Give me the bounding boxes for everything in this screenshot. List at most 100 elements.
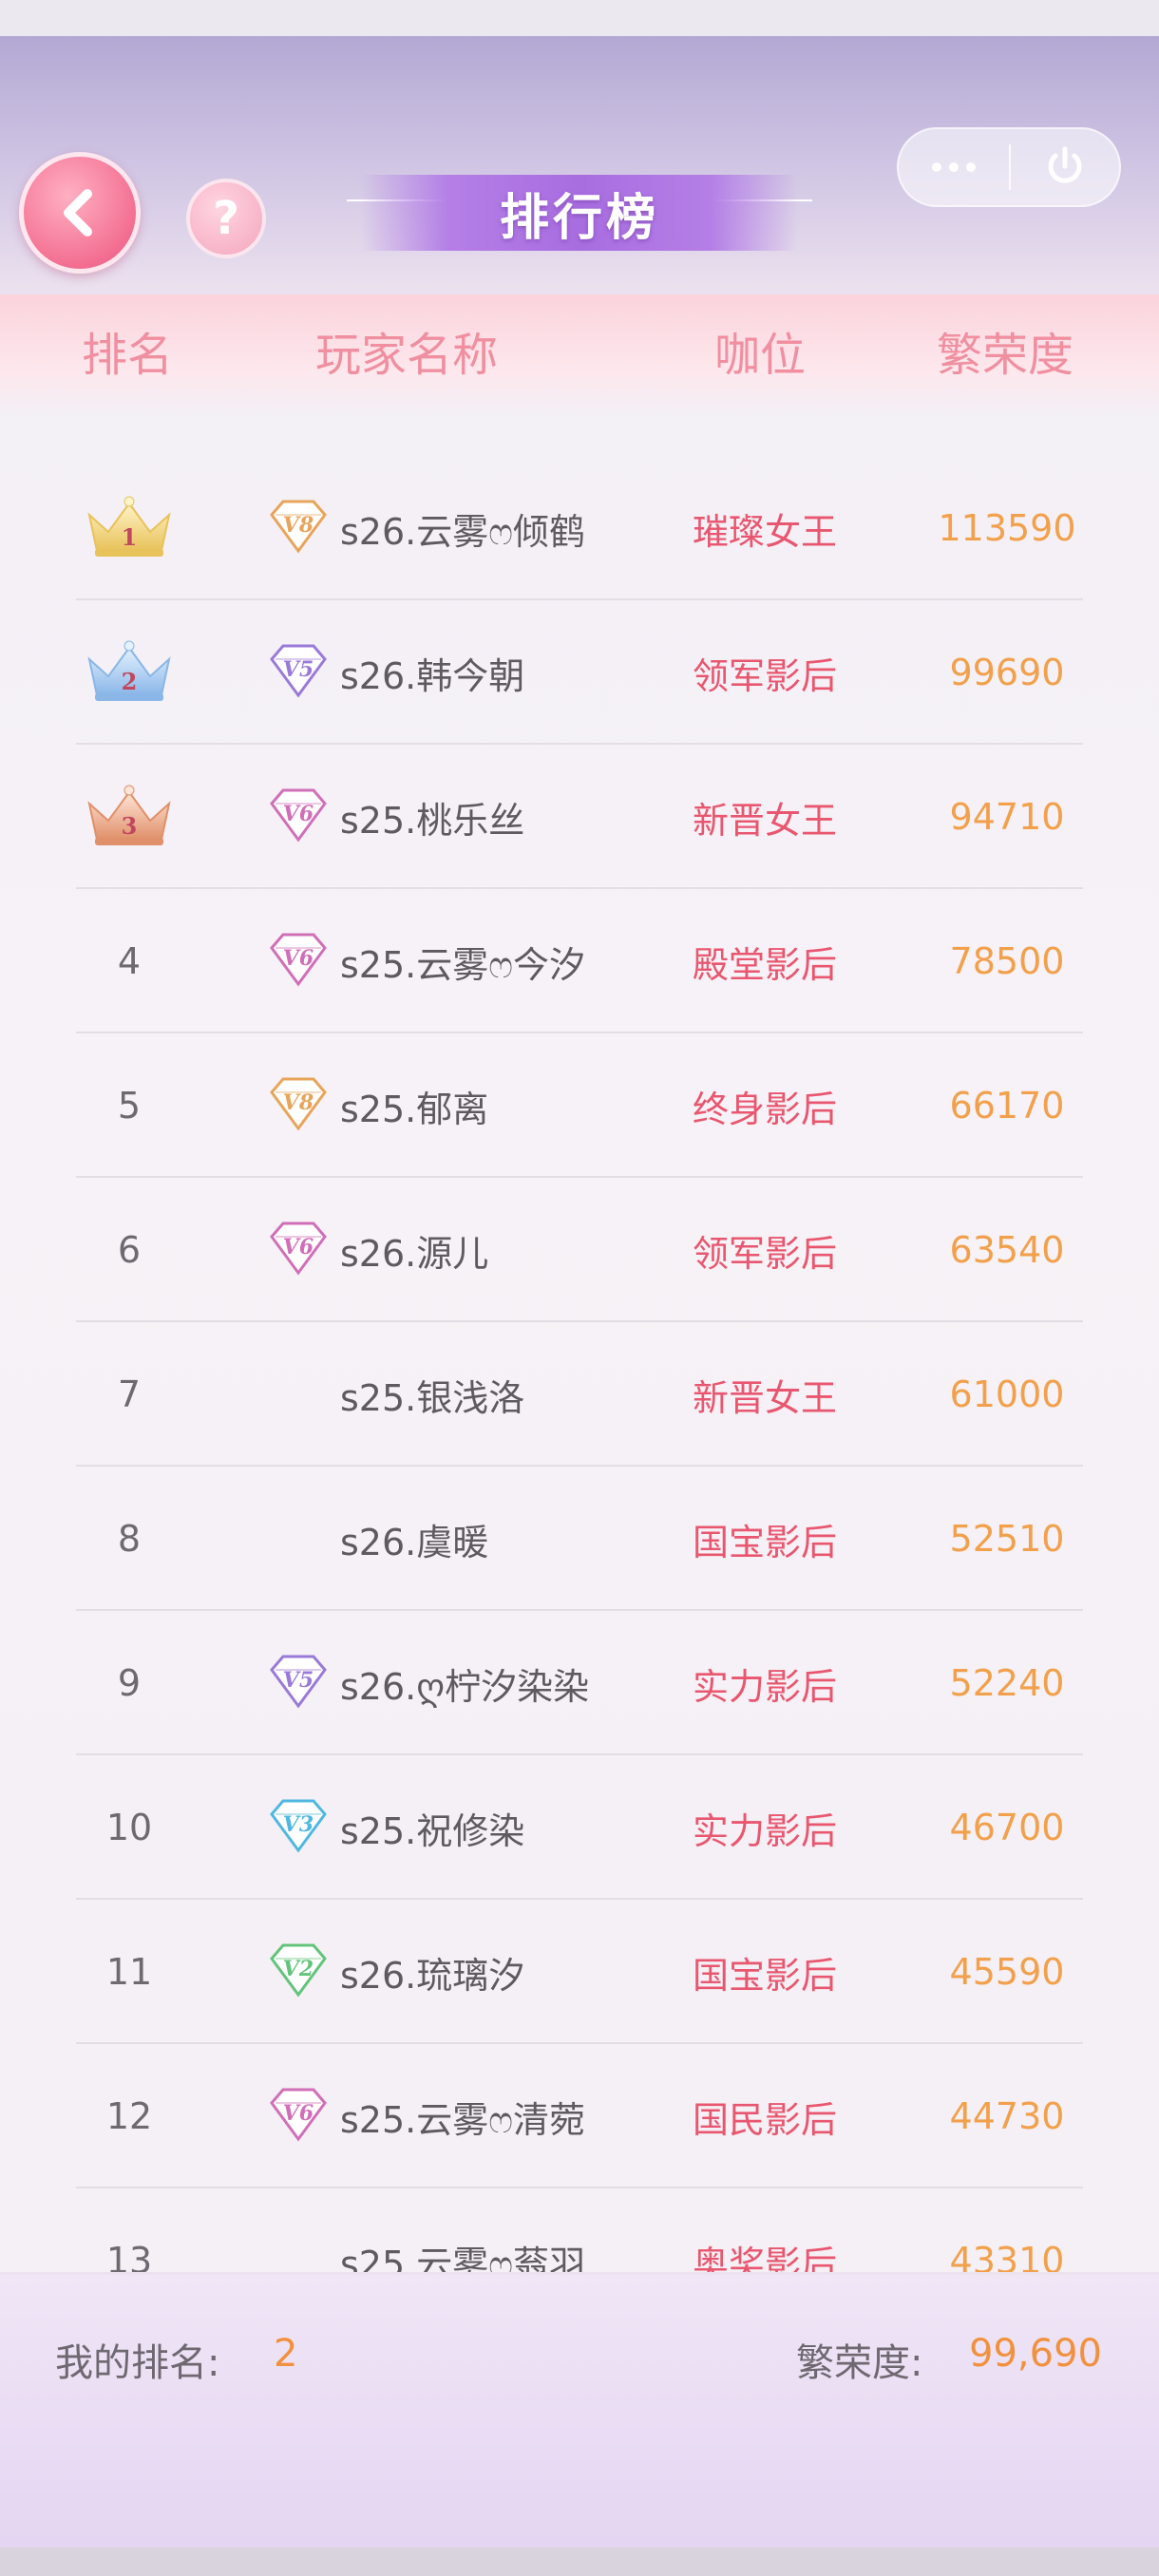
- help-button[interactable]: ?: [186, 179, 266, 258]
- svg-text:V6: V6: [283, 802, 314, 826]
- player-name: s26.韩今朝: [340, 654, 525, 697]
- player-prosperity: 52510: [949, 1518, 1065, 1560]
- crown-icon: 3: [87, 785, 171, 845]
- my-prosperity-value: 99,690: [969, 2332, 1102, 2376]
- table-row[interactable]: 12 V6 s25.云雾ෆ清菀 国民影后 44730: [0, 2044, 1159, 2188]
- table-row[interactable]: 13 s25.云雾ෆ蓊羽 奥奖影后 43310: [0, 2188, 1159, 2272]
- player-prosperity: 113590: [938, 507, 1076, 549]
- column-rank: 排名: [82, 329, 174, 382]
- player-name: s25.祝修染: [340, 1809, 525, 1852]
- column-title: 咖位: [714, 329, 807, 382]
- player-prosperity: 94710: [949, 796, 1065, 838]
- rank-number: 4: [117, 940, 142, 982]
- table-row[interactable]: 10 V3 s25.祝修染 实力影后 46700: [0, 1755, 1159, 1900]
- player-prosperity: 46700: [949, 1807, 1065, 1848]
- table-row[interactable]: 7 s25.银浅洛 新晋女王 61000: [0, 1322, 1159, 1467]
- more-button[interactable]: [899, 162, 1009, 172]
- column-header: 排名 玩家名称 咖位 繁荣度: [0, 294, 1159, 418]
- player-name: s26.源儿: [340, 1232, 489, 1275]
- rank-number: 3: [122, 812, 138, 840]
- player-title: 实力影后: [692, 1665, 837, 1708]
- svg-text:V8: V8: [283, 1090, 314, 1115]
- table-row[interactable]: 9 V5 s26.ღ柠汐染染 实力影后 52240: [0, 1611, 1159, 1755]
- rank-number: 9: [117, 1662, 142, 1704]
- player-title: 终身影后: [692, 1088, 837, 1130]
- rank-number: 2: [122, 668, 138, 695]
- my-rank-bar: 我的排名: 2 繁荣度: 99,690: [0, 2272, 1159, 2550]
- player-name: s25.云雾ෆ清菀: [340, 2098, 585, 2141]
- svg-text:V5: V5: [283, 1668, 314, 1693]
- more-dot: [949, 162, 959, 172]
- player-name: s26.虞暖: [340, 1521, 489, 1563]
- player-title: 实力影后: [692, 1809, 837, 1852]
- back-button[interactable]: [19, 152, 141, 274]
- rank-crown: 3: [82, 745, 177, 889]
- svg-text:V6: V6: [283, 946, 314, 971]
- table-row[interactable]: 8 s26.虞暖 国宝影后 52510: [0, 1467, 1159, 1611]
- player-prosperity: 43310: [949, 2240, 1065, 2272]
- rank-number: 8: [117, 1518, 142, 1560]
- player-prosperity: 63540: [949, 1229, 1065, 1271]
- player-name: s26.云雾ෆ倾鹤: [340, 510, 585, 553]
- table-row[interactable]: 2 V5 s26.韩今朝 领军影后 99690: [0, 600, 1159, 745]
- rank-number: 5: [117, 1085, 142, 1127]
- rank-crown: 2: [82, 600, 177, 745]
- vip-badge-icon: V5: [270, 1655, 327, 1709]
- player-name: s25.郁离: [340, 1088, 489, 1130]
- player-name: s25.云雾ෆ蓊羽: [340, 2243, 585, 2273]
- vip-badge-icon: V5: [270, 644, 327, 698]
- back-arrow-icon: [64, 189, 92, 237]
- table-row[interactable]: 11 V2 s26.琉璃汐 国宝影后 45590: [0, 1900, 1159, 2044]
- player-prosperity: 78500: [949, 940, 1065, 982]
- mini-program-capsule: [897, 127, 1121, 207]
- player-title: 领军影后: [692, 654, 837, 697]
- table-row[interactable]: 6 V6 s26.源儿 领军影后 63540: [0, 1178, 1159, 1322]
- vip-badge-icon: V6: [270, 788, 327, 843]
- player-title: 国民影后: [692, 2098, 837, 2141]
- player-name: s25.银浅洛: [340, 1376, 525, 1419]
- player-prosperity: 52240: [949, 1662, 1065, 1704]
- my-rank-label: 我的排名:: [55, 2341, 220, 2385]
- table-row[interactable]: 3 V6 s25.桃乐丝 新晋女王 94710: [0, 745, 1159, 889]
- page-title: 排行榜: [499, 188, 659, 247]
- my-rank-value: 2: [274, 2332, 298, 2376]
- player-prosperity: 99690: [949, 652, 1065, 693]
- power-icon: [1048, 146, 1082, 183]
- vip-badge-icon: V2: [270, 1943, 327, 1998]
- player-name: s26.ღ柠汐染染: [340, 1665, 590, 1708]
- svg-text:V2: V2: [283, 1957, 314, 1981]
- crown-icon: 2: [87, 640, 171, 701]
- column-player-name: 玩家名称: [315, 329, 499, 382]
- table-row[interactable]: 4 V6 s25.云雾ෆ今汐 殿堂影后 78500: [0, 889, 1159, 1033]
- player-prosperity: 61000: [949, 1373, 1065, 1415]
- rank-crown: 1: [82, 456, 177, 600]
- rank-number: 1: [122, 523, 138, 551]
- my-prosperity-label: 繁荣度:: [796, 2341, 923, 2385]
- player-prosperity: 44730: [949, 2095, 1065, 2137]
- table-row[interactable]: 5 V8 s25.郁离 终身影后 66170: [0, 1033, 1159, 1178]
- home-indicator-strip: [0, 2548, 1159, 2576]
- player-title: 国宝影后: [692, 1954, 837, 1997]
- leaderboard-list[interactable]: 1 V8 s26.云雾ෆ倾鹤 璀璨女王 113590 2 V5 s26.韩今朝 领军影…: [0, 456, 1159, 2272]
- svg-text:V5: V5: [283, 657, 314, 682]
- rank-number: 7: [117, 1373, 142, 1415]
- more-dot: [966, 162, 976, 172]
- rank-number: 11: [105, 1951, 153, 1993]
- vip-badge-icon: V6: [270, 2088, 327, 2142]
- svg-text:V3: V3: [283, 1812, 314, 1837]
- player-name: s26.琉璃汐: [340, 1954, 525, 1997]
- player-title: 殿堂影后: [692, 943, 837, 986]
- rank-number: 6: [117, 1229, 142, 1271]
- vip-badge-icon: V8: [270, 1077, 327, 1131]
- status-strip: [0, 0, 1159, 36]
- player-prosperity: 45590: [949, 1951, 1065, 1993]
- crown-icon: 1: [87, 496, 171, 557]
- svg-text:V6: V6: [283, 1235, 314, 1260]
- table-row[interactable]: 1 V8 s26.云雾ෆ倾鹤 璀璨女王 113590: [0, 456, 1159, 600]
- player-title: 领军影后: [692, 1232, 837, 1275]
- close-button[interactable]: [1011, 143, 1119, 191]
- column-prosperity: 繁荣度: [937, 329, 1074, 382]
- svg-text:V6: V6: [283, 2101, 314, 2126]
- player-title: 新晋女王: [692, 1376, 837, 1419]
- rank-number: 12: [105, 2095, 153, 2137]
